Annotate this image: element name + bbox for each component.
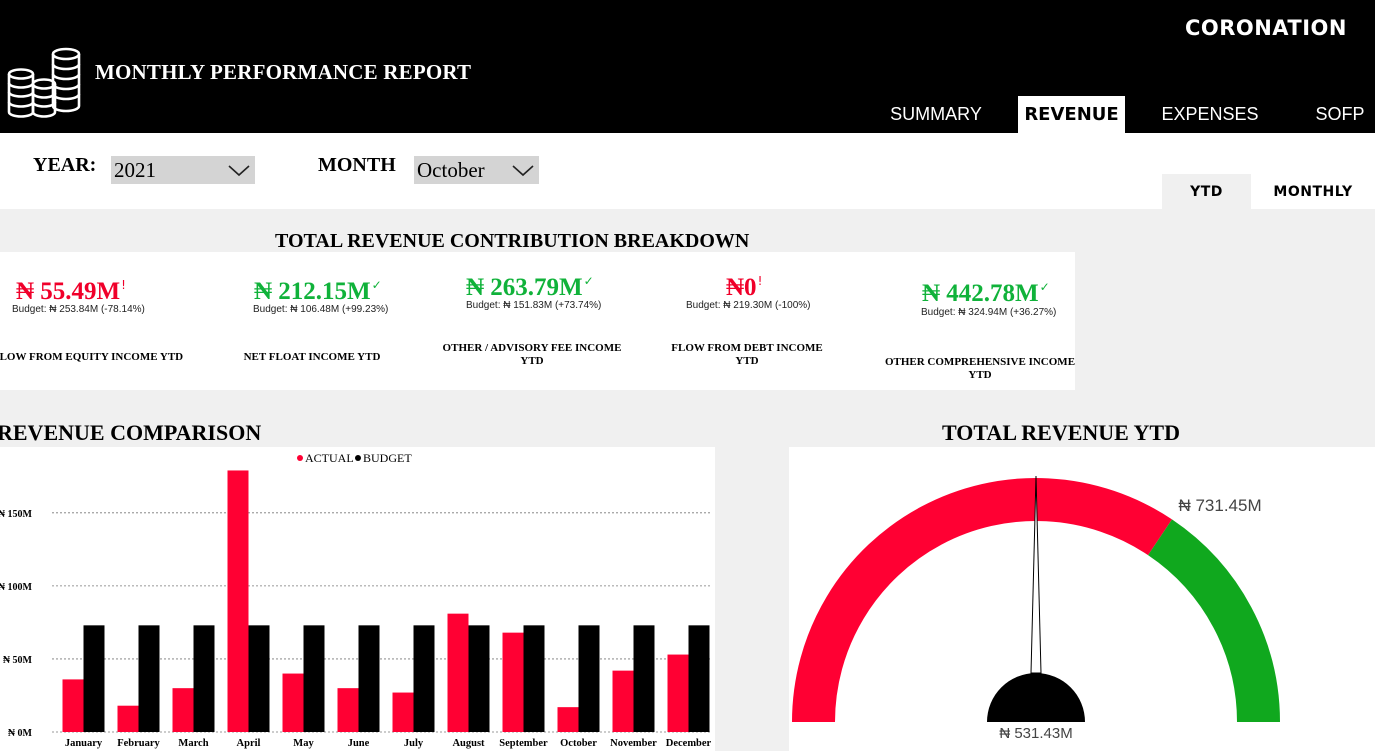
actual-bar	[612, 670, 634, 732]
budget-bar	[248, 625, 270, 732]
kpi-budget: Budget: ₦ 219.30M (-100%)	[686, 300, 811, 311]
breakdown-title: TOTAL REVENUE CONTRIBUTION BREAKDOWN	[275, 230, 750, 252]
y-tick-label: ₦ 50M	[3, 655, 33, 666]
revenue-comparison-title: REVENUE COMPARISON	[0, 420, 262, 445]
kpi-value: ₦ 212.15M✓	[254, 278, 382, 306]
x-tick-label: April	[237, 738, 261, 749]
year-value: 2021	[114, 157, 156, 182]
alert-icon: !	[757, 274, 763, 288]
check-icon: ✓	[1039, 280, 1050, 294]
budget-bar	[468, 625, 490, 732]
budget-bar	[193, 625, 215, 732]
gauge-hub	[987, 673, 1085, 722]
kpi-value: ₦ 442.78M✓	[922, 280, 1050, 308]
kpi-value-text: ₦ 263.79M	[466, 274, 583, 301]
budget-bar	[83, 625, 105, 732]
budget-bar	[633, 625, 655, 732]
budget-bar	[138, 625, 160, 732]
chevron-down-icon	[228, 165, 250, 177]
y-tick-label: ₦ 100M	[0, 582, 33, 593]
tab-summary[interactable]: SUMMARY	[884, 96, 988, 133]
actual-bar	[667, 654, 689, 732]
kpi-value-text: ₦ 212.15M	[254, 278, 371, 305]
alert-icon: !	[121, 278, 126, 292]
brand-logo: CORONATION	[1184, 16, 1347, 40]
kpi-value-text: ₦ 442.78M	[922, 280, 1039, 307]
x-tick-label: January	[65, 738, 103, 749]
month-value: October	[417, 157, 485, 182]
kpi-value: ₦ 55.49M!	[16, 278, 126, 306]
header-bar: MONTHLY PERFORMANCE REPORT CORONATION SU…	[0, 0, 1375, 133]
kpi-label: NET FLOAT INCOME YTD	[243, 351, 381, 363]
month-dropdown[interactable]: October	[414, 156, 539, 184]
chevron-down-icon	[512, 165, 534, 177]
x-tick-label: July	[404, 738, 424, 749]
budget-bar	[358, 625, 380, 732]
kpi-label: OTHER / ADVISORY FEE INCOME YTD	[442, 342, 622, 367]
kpi-value: ₦0!	[726, 274, 762, 302]
revenue-comparison-chart: ₦ 0M ₦ 50M ₦ 100M ₦ 150M January February Marc…	[0, 447, 715, 751]
budget-bar	[303, 625, 325, 732]
total-revenue-title: TOTAL REVENUE YTD	[942, 420, 1180, 445]
x-tick-label: August	[452, 738, 485, 749]
gauge-actual-arc	[792, 478, 1172, 723]
year-label: YEAR:	[33, 154, 97, 176]
actual-bar	[337, 688, 359, 732]
legend-budget-label: BUDGET	[363, 451, 412, 465]
kpi-label: FLOW FROM EQUITY INCOME YTD	[0, 351, 184, 363]
legend-actual-label: ACTUAL	[305, 451, 354, 465]
report-title: MONTHLY PERFORMANCE REPORT	[95, 60, 472, 84]
y-tick-label: ₦ 0M	[8, 728, 33, 739]
kpi-value: ₦ 263.79M✓	[466, 274, 594, 302]
kpi-value-text: ₦ 55.49M	[16, 278, 121, 305]
year-dropdown[interactable]: 2021	[111, 156, 255, 184]
budget-bar	[578, 625, 600, 732]
actual-bar	[227, 470, 249, 732]
toggle-ytd[interactable]: YTD	[1162, 174, 1251, 209]
x-tick-label: June	[348, 738, 370, 749]
gauge-target-label: ₦ 731.45M	[1178, 496, 1261, 515]
actual-bar	[502, 632, 524, 732]
kpi-value-text: ₦0	[726, 274, 757, 301]
kpi-budget: Budget: ₦ 324.94M (+36.27%)	[921, 307, 1057, 318]
legend-actual-marker	[297, 455, 303, 461]
kpi-budget: Budget: ₦ 151.83M (+73.74%)	[466, 300, 602, 311]
kpi-budget: Budget: ₦ 253.84M (-78.14%)	[12, 304, 145, 315]
toggle-monthly[interactable]: MONTHLY	[1251, 174, 1375, 209]
x-tick-label: March	[178, 738, 208, 749]
kpi-budget: Budget: ₦ 106.48M (+99.23%)	[253, 304, 389, 315]
month-label: MONTH	[318, 154, 396, 176]
tab-revenue[interactable]: REVENUE	[1018, 96, 1125, 133]
budget-bar	[523, 625, 545, 732]
y-tick-label: ₦ 150M	[0, 509, 33, 520]
legend-budget-marker	[355, 455, 361, 461]
x-tick-label: December	[666, 738, 712, 749]
actual-bar	[172, 688, 194, 732]
tab-sofp[interactable]: SOFP	[1308, 96, 1372, 133]
actual-bar	[557, 707, 579, 732]
budget-bar	[688, 625, 710, 732]
gauge-value-label: ₦ 531.43M	[999, 725, 1072, 742]
total-revenue-gauge: ₦ 531.43M ₦ 731.45M	[789, 447, 1375, 751]
tab-expenses[interactable]: EXPENSES	[1158, 96, 1262, 133]
gauge-svg: ₦ 531.43M ₦ 731.45M	[792, 475, 1280, 742]
x-tick-label: February	[117, 738, 160, 749]
gauge-remaining-arc	[1147, 519, 1280, 723]
x-tick-label: September	[499, 738, 548, 749]
actual-bar	[62, 679, 84, 732]
actual-bar	[282, 673, 304, 732]
actual-bar	[117, 705, 139, 732]
budget-bar	[413, 625, 435, 732]
actual-bar	[392, 692, 414, 732]
kpi-label: FLOW FROM DEBT INCOME YTD	[671, 342, 823, 367]
check-icon: ✓	[583, 274, 594, 288]
kpi-label: OTHER COMPREHENSIVE INCOME YTD	[884, 356, 1076, 381]
x-tick-label: October	[560, 738, 597, 749]
actual-bar	[447, 613, 469, 732]
bar-chart-svg: ₦ 0M ₦ 50M ₦ 100M ₦ 150M January February Marc…	[0, 451, 712, 749]
coins-stack-icon	[7, 47, 81, 118]
x-tick-label: November	[610, 738, 657, 749]
x-tick-label: May	[293, 738, 314, 749]
check-icon: ✓	[371, 278, 382, 292]
